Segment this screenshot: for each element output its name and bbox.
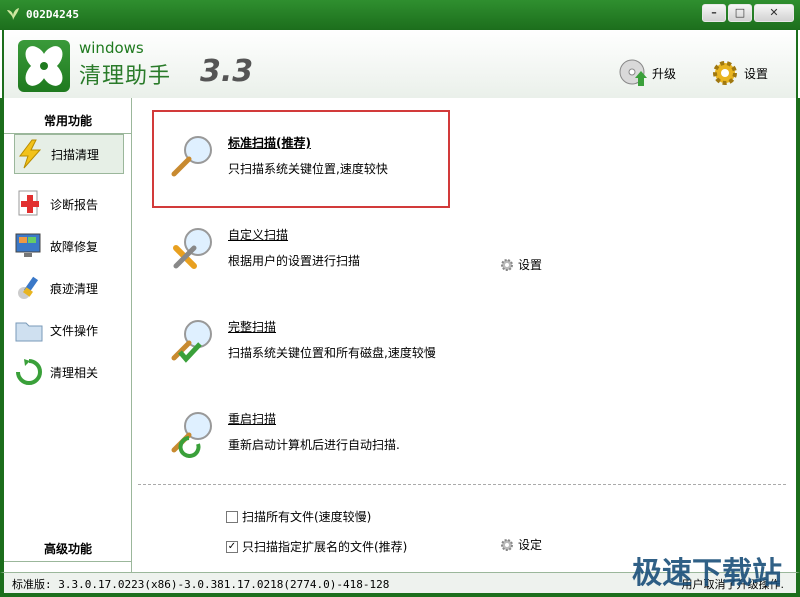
lightning-icon xyxy=(19,139,42,169)
option-desc: 根据用户的设置进行扫描 xyxy=(228,254,361,268)
options-divider xyxy=(138,484,786,485)
option-title[interactable]: 标准扫描(推荐) xyxy=(228,134,311,151)
monitor-repair-icon xyxy=(15,233,41,257)
close-button[interactable]: ✕ xyxy=(754,4,794,22)
brand-name: 清理助手 xyxy=(79,64,172,89)
app-icon xyxy=(7,8,19,20)
sidebar-item-label: 扫描清理 xyxy=(51,147,100,162)
report-icon xyxy=(18,190,39,216)
option-custom-scan[interactable]: 自定义扫描 根据用户的设置进行扫描 xyxy=(168,224,728,288)
option-standard-scan[interactable]: 标准扫描(推荐) 只扫描系统关键位置,速度较快 xyxy=(168,132,728,196)
brand-version: 3.3 xyxy=(200,54,254,89)
folder-icon xyxy=(15,322,43,342)
checkbox-label: 扫描所有文件(速度较慢) xyxy=(242,510,372,524)
app-logo xyxy=(18,40,70,92)
brand-subtitle: windows xyxy=(79,39,144,57)
disc-upgrade-icon xyxy=(619,59,647,86)
option-full-scan[interactable]: 完整扫描 扫描系统关键位置和所有磁盘,速度较慢 xyxy=(168,316,728,380)
sidebar-advanced-header[interactable]: 高级功能 xyxy=(4,536,132,562)
checkbox-checked[interactable]: ✓ xyxy=(226,540,238,553)
version-status: 标准版: 3.3.0.17.0223(x86)-3.0.381.17.0218(… xyxy=(12,578,390,591)
upgrade-label: 升级 xyxy=(652,66,677,81)
leaf-logo-icon xyxy=(25,46,63,86)
restore-button[interactable]: □ xyxy=(728,4,752,22)
checkbox-label: 只扫描指定扩展名的文件(推荐) xyxy=(242,540,408,554)
site-watermark: 极速下载站 xyxy=(632,556,782,591)
minimize-button[interactable]: – xyxy=(702,4,726,22)
option-title[interactable]: 重启扫描 xyxy=(228,410,276,427)
refresh-icon xyxy=(16,359,42,385)
settings-button[interactable]: 设置 xyxy=(710,58,768,88)
option-reboot-scan[interactable]: 重启扫描 重新启动计算机后进行自动扫描. xyxy=(168,408,728,472)
sidebar-item-file-ops[interactable]: 文件操作 xyxy=(14,310,124,350)
sidebar-item-label: 诊断报告 xyxy=(50,197,99,212)
check-scan-all-files[interactable]: 扫描所有文件(速度较慢) xyxy=(226,508,371,525)
sidebar-item-repair[interactable]: 故障修复 xyxy=(14,226,124,266)
gear-icon xyxy=(713,61,737,85)
magnifier-check-icon xyxy=(171,320,212,363)
sidebar-common-header: 常用功能 xyxy=(4,108,132,134)
custom-scan-settings-link[interactable]: 设置 xyxy=(500,256,542,273)
upgrade-button[interactable]: 升级 xyxy=(618,58,676,88)
option-title[interactable]: 完整扫描 xyxy=(228,318,276,335)
window-title: 002D4245 xyxy=(26,8,79,21)
sidebar-item-label: 文件操作 xyxy=(50,323,99,338)
sidebar-item-scan-clean[interactable]: 扫描清理 xyxy=(14,134,124,174)
magnifier-icon xyxy=(171,136,212,177)
magnifier-refresh-icon xyxy=(171,412,212,458)
magnifier-tools-icon xyxy=(173,228,212,269)
settings-label: 设置 xyxy=(744,66,769,81)
small-gear-icon xyxy=(501,258,513,271)
option-desc: 重新启动计算机后进行自动扫描. xyxy=(228,438,400,452)
settings-link-label: 设置 xyxy=(518,258,543,272)
app-header: windows 清理助手 3.3 升级 设置 xyxy=(2,30,798,98)
check-scan-extensions[interactable]: ✓ 只扫描指定扩展名的文件(推荐) xyxy=(226,538,407,555)
sidebar-item-label: 痕迹清理 xyxy=(50,281,99,296)
set-link-label: 设定 xyxy=(518,538,543,552)
sidebar-item-trace-clean[interactable]: 痕迹清理 xyxy=(14,268,124,308)
small-gear-icon xyxy=(501,538,513,551)
option-desc: 只扫描系统关键位置,速度较快 xyxy=(228,162,388,176)
option-title[interactable]: 自定义扫描 xyxy=(228,226,288,243)
sidebar-item-related[interactable]: 清理相关 xyxy=(14,352,124,392)
extensions-settings-link[interactable]: 设定 xyxy=(500,536,542,553)
checkbox[interactable] xyxy=(226,510,238,523)
title-bar: 002D4245 – □ ✕ xyxy=(0,0,800,30)
sidebar: 常用功能 扫描清理 诊断报告 故障修复 痕迹清理 文件操作 清理相关 高级功能 xyxy=(4,98,132,572)
sidebar-item-label: 故障修复 xyxy=(50,239,99,254)
main-panel: 标准扫描(推荐) 只扫描系统关键位置,速度较快 自定义扫描 根据用户的设置进行扫… xyxy=(138,98,794,572)
brush-icon xyxy=(18,276,39,299)
sidebar-item-label: 清理相关 xyxy=(50,365,99,380)
sidebar-item-diagnose[interactable]: 诊断报告 xyxy=(14,184,124,224)
option-desc: 扫描系统关键位置和所有磁盘,速度较慢 xyxy=(228,346,436,360)
